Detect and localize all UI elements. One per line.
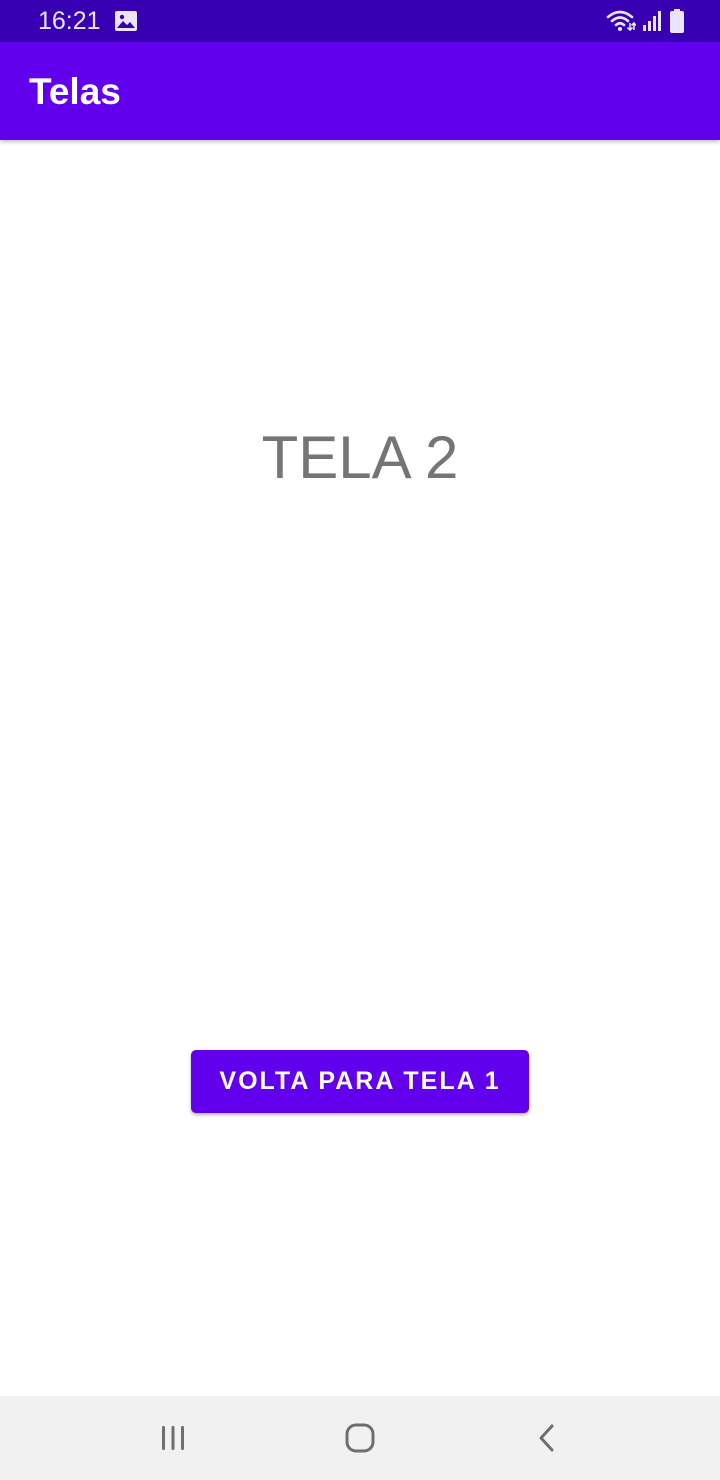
status-bar: 16:21 — [0, 0, 720, 42]
app-screen: 16:21 Telas TELA 2 VOLTA PARA TELA 1 — [0, 0, 720, 1480]
recent-apps-icon[interactable] — [145, 1410, 201, 1466]
back-to-screen-1-button[interactable]: VOLTA PARA TELA 1 — [191, 1050, 529, 1113]
app-bar: Telas — [0, 42, 720, 140]
signal-icon — [642, 10, 664, 32]
back-icon[interactable] — [519, 1410, 575, 1466]
home-icon[interactable] — [332, 1410, 388, 1466]
screen-label: TELA 2 — [261, 424, 459, 491]
gallery-icon — [114, 9, 138, 33]
wifi-icon — [606, 9, 636, 33]
app-title: Telas — [29, 71, 121, 112]
navigation-bar — [0, 1396, 720, 1480]
status-icons — [606, 8, 684, 34]
battery-icon — [670, 9, 684, 33]
status-time: 16:21 — [38, 7, 101, 35]
